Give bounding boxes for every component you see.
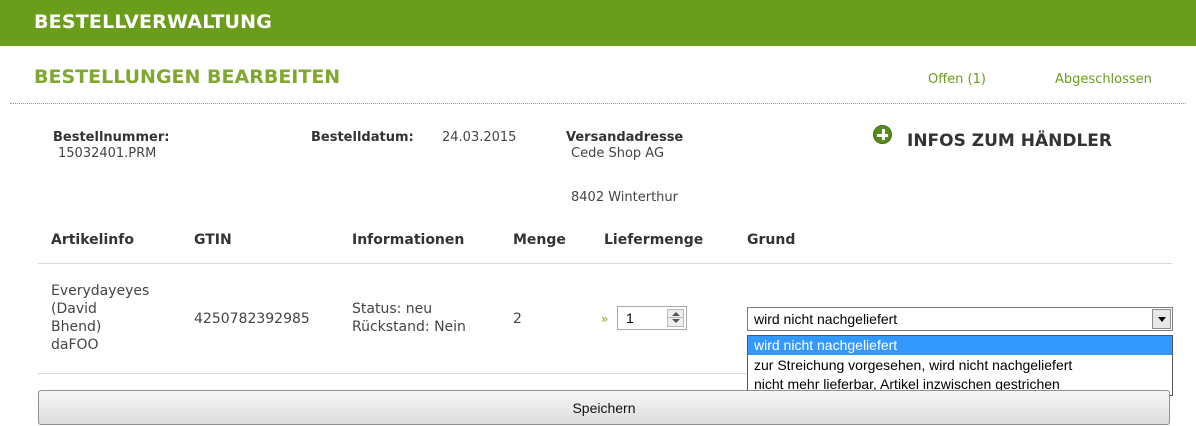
app-title: BESTELLVERWALTUNG [34, 11, 273, 33]
plus-circle-icon[interactable] [873, 125, 892, 144]
shipping-address-label: Versandadresse [566, 130, 684, 145]
gtin-value: 4250782392985 [194, 311, 310, 327]
dropdown-arrow-icon[interactable] [1152, 309, 1171, 329]
quantity-value: 2 [513, 311, 522, 327]
top-bar: BESTELLVERWALTUNG [0, 0, 1196, 46]
spinner-down-icon[interactable] [672, 319, 680, 323]
delivery-quantity-value[interactable]: 1 [626, 310, 634, 326]
table-row-divider [38, 373, 746, 374]
order-number: 15032401.PRM [58, 146, 157, 161]
reason-option[interactable]: zur Streichung vorgesehen, wird nicht na… [748, 356, 1172, 375]
col-header-liefermenge: Liefermenge [604, 232, 704, 248]
save-button[interactable]: Speichern [38, 390, 1170, 425]
article-info: Everydayeyes (David Bhend) daFOO [51, 282, 149, 354]
dealer-info-link[interactable]: INFOS ZUM HÄNDLER [907, 131, 1112, 151]
article-line: (David [51, 301, 97, 317]
backlog-value: Rückstand: Nein [352, 319, 466, 335]
col-header-grund: Grund [747, 232, 796, 248]
col-header-informationen: Informationen [352, 232, 465, 248]
col-header-gtin: GTIN [194, 232, 232, 248]
spinner-arrows-icon[interactable] [667, 309, 684, 327]
order-date-label: Bestelldatum: [311, 130, 414, 145]
col-header-artikelinfo: Artikelinfo [51, 232, 134, 248]
order-date: 24.03.2015 [442, 130, 517, 145]
article-line: Bhend) [51, 319, 102, 335]
spinner-divider [668, 317, 683, 318]
divider [10, 103, 1186, 104]
article-line: daFOO [51, 337, 99, 353]
col-header-menge: Menge [513, 232, 566, 248]
delivery-marker: » [601, 312, 609, 326]
page-title: BESTELLUNGEN BEARBEITEN [34, 66, 341, 88]
shipping-address-name: Cede Shop AG [571, 146, 665, 161]
delivery-quantity-stepper[interactable]: 1 [617, 306, 687, 330]
tab-offen[interactable]: Offen (1) [928, 72, 986, 87]
shipping-address-city: 8402 Winterthur [571, 190, 678, 205]
article-line: Everydayeyes [51, 283, 150, 299]
status-value: Status: neu [352, 301, 433, 317]
table-header-divider [38, 263, 1172, 264]
spinner-up-icon[interactable] [672, 312, 680, 316]
reason-dropdown-list[interactable]: wird nicht nachgeliefert zur Streichung … [747, 335, 1173, 396]
tab-abgeschlossen[interactable]: Abgeschlossen [1055, 72, 1152, 87]
reason-option[interactable]: wird nicht nachgeliefert [748, 336, 1172, 355]
order-number-label: Bestellnummer: [53, 130, 170, 145]
reason-select[interactable]: wird nicht nachgeliefert [747, 307, 1173, 331]
reason-selected-value[interactable]: wird nicht nachgeliefert [754, 311, 897, 327]
